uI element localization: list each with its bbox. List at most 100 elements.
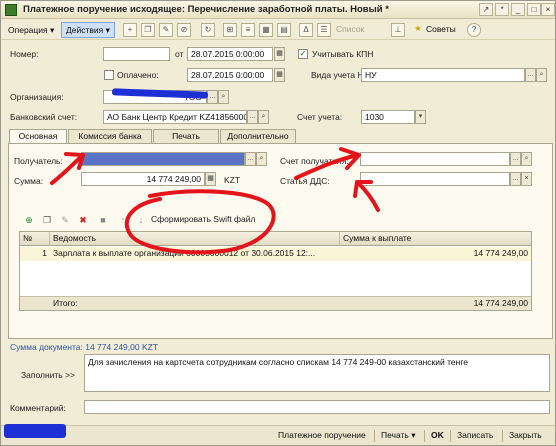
operation-menu[interactable]: Операция ▾: [3, 22, 59, 38]
list-icon[interactable]: ☰: [317, 23, 331, 37]
recipient-account-field[interactable]: [360, 152, 510, 166]
title-bar: Платежное поручение исходящее: Перечисле…: [1, 1, 555, 19]
actions-menu[interactable]: Действия ▾: [61, 22, 115, 38]
total-value: 14 774 249,00: [473, 298, 528, 308]
dds-label: Статья ДДС:: [280, 176, 330, 186]
column-number[interactable]: №: [20, 232, 50, 246]
row-number: 1: [42, 248, 47, 258]
tab-additional[interactable]: Дополнительно: [220, 129, 296, 143]
window-favorite-button[interactable]: *: [495, 3, 509, 16]
window-link-button[interactable]: ↗: [479, 3, 493, 16]
bank-search-icon[interactable]: ⌕: [258, 110, 269, 124]
account-dropdown-icon[interactable]: ▾: [415, 110, 426, 124]
report-icon[interactable]: ▤: [277, 23, 291, 37]
column-amount[interactable]: Сумма к выплате: [340, 232, 533, 246]
dds-field[interactable]: [360, 172, 510, 186]
recipient-account-search-icon[interactable]: ⌕: [521, 152, 532, 166]
fill-button[interactable]: Заполнить >>: [21, 370, 75, 380]
structure-icon[interactable]: ⊞: [223, 23, 237, 37]
help-icon[interactable]: ?: [467, 23, 481, 37]
kpn-checkbox[interactable]: ✓: [298, 49, 308, 59]
currency-label: KZT: [224, 175, 241, 185]
window-maximize-button[interactable]: □: [527, 3, 541, 16]
copy-row-icon[interactable]: ❐: [41, 214, 53, 226]
dt-kt-icon[interactable]: Δ: [299, 23, 313, 37]
from-label: от: [175, 49, 184, 59]
window-title: Платежное поручение исходящее: Перечисле…: [23, 4, 389, 15]
separator: [424, 430, 425, 442]
sum-field[interactable]: 14 774 249,00: [81, 172, 205, 186]
pay-order-button[interactable]: Платежное поручение: [278, 430, 366, 440]
swift-file-button[interactable]: Сформировать Swift файл: [151, 214, 256, 224]
row-statement: Зарплата к выплате организации 000000000…: [53, 248, 316, 258]
edit-row-icon[interactable]: ✎: [59, 214, 71, 226]
statements-table: № Ведомость Сумма к выплате 1 Зарплата к…: [19, 231, 532, 311]
recipient-search-icon[interactable]: ⌕: [256, 152, 267, 166]
number-field[interactable]: [103, 47, 170, 61]
paid-checkbox[interactable]: [104, 70, 114, 80]
number-label: Номер:: [10, 49, 39, 59]
dds-search-icon[interactable]: ×: [521, 172, 532, 186]
bank-account-field[interactable]: АО Банк Центр Кредит KZ41856000C: [103, 110, 247, 124]
save-button[interactable]: Записать: [457, 430, 493, 440]
table-icon[interactable]: ⊥: [391, 23, 405, 37]
nu-field[interactable]: НУ: [361, 68, 525, 82]
document-window: Платежное поручение исходящее: Перечисле…: [0, 0, 556, 446]
tips-button[interactable]: Советы: [426, 24, 456, 34]
date-calendar-icon[interactable]: ▦: [274, 47, 285, 61]
account-label: Счет учета:: [297, 112, 343, 122]
new-icon[interactable]: +: [123, 23, 137, 37]
separator: [450, 430, 451, 442]
bank-select-icon[interactable]: …: [247, 110, 258, 124]
recipient-account-select-icon[interactable]: …: [510, 152, 521, 166]
nu-search-icon[interactable]: ⌕: [536, 68, 547, 82]
edit-icon[interactable]: ✎: [159, 23, 173, 37]
date-field[interactable]: 28.07.2015 0:00:00: [187, 47, 273, 61]
hierarchy-icon[interactable]: ≡: [241, 23, 255, 37]
comment-label: Комментарий:: [10, 403, 66, 413]
paid-date-field[interactable]: 28.07.2015 0:00:00: [187, 68, 273, 82]
recipient-field[interactable]: [81, 152, 245, 166]
move-down-icon[interactable]: ↓: [135, 214, 147, 226]
move-up-icon[interactable]: ↑: [117, 214, 129, 226]
list-button[interactable]: Список: [336, 24, 364, 34]
dds-select-icon[interactable]: …: [510, 172, 521, 186]
window-minimize-button[interactable]: _: [511, 3, 525, 16]
calculator-icon[interactable]: ▦: [205, 172, 216, 186]
comment-field[interactable]: [84, 400, 550, 414]
kpn-label: Учитывать КПН: [312, 49, 374, 59]
recipient-select-icon[interactable]: …: [245, 152, 256, 166]
copy-icon[interactable]: ❐: [141, 23, 155, 37]
org-select-icon[interactable]: …: [207, 90, 218, 104]
delete-row-icon[interactable]: ✖: [77, 214, 89, 226]
tab-print[interactable]: Печать: [153, 129, 219, 143]
account-field[interactable]: 1030: [361, 110, 415, 124]
delete-icon[interactable]: ⊘: [177, 23, 191, 37]
add-row-icon[interactable]: ⊕: [23, 214, 35, 226]
document-sum: Сумма документа: 14 774 249,00 KZT: [10, 342, 159, 352]
org-search-icon[interactable]: ⌕: [218, 90, 229, 104]
nu-select-icon[interactable]: …: [525, 68, 536, 82]
sum-label: Сумма:: [14, 176, 44, 186]
close-button[interactable]: Закрыть: [509, 430, 542, 440]
window-close-button[interactable]: ×: [541, 3, 555, 16]
payment-purpose-field[interactable]: Для зачисления на картсчета сотрудникам …: [84, 354, 550, 392]
recipient-account-label: Счет получателя:: [280, 156, 349, 166]
app-icon: [5, 4, 17, 16]
save-row-icon[interactable]: ■: [97, 214, 109, 226]
separator: [502, 430, 503, 442]
filter-icon[interactable]: ▦: [259, 23, 273, 37]
paid-date-calendar-icon[interactable]: ▦: [274, 68, 285, 82]
refresh-icon[interactable]: ↻: [201, 23, 215, 37]
table-header: № Ведомость Сумма к выплате: [20, 232, 531, 246]
bank-label: Банковский счет:: [10, 112, 78, 122]
total-label: Итого:: [53, 298, 78, 308]
row-amount: 14 774 249,00: [473, 248, 528, 258]
table-row[interactable]: 1 Зарплата к выплате организации 0000000…: [20, 247, 531, 261]
ok-button[interactable]: OK: [431, 430, 444, 440]
tab-bank-commission[interactable]: Комиссия банка: [68, 129, 152, 143]
tips-icon[interactable]: ★: [411, 23, 425, 37]
print-menu-button[interactable]: Печать ▾: [381, 430, 415, 441]
column-statement[interactable]: Ведомость: [50, 232, 340, 246]
tab-main[interactable]: Основная: [9, 129, 67, 144]
